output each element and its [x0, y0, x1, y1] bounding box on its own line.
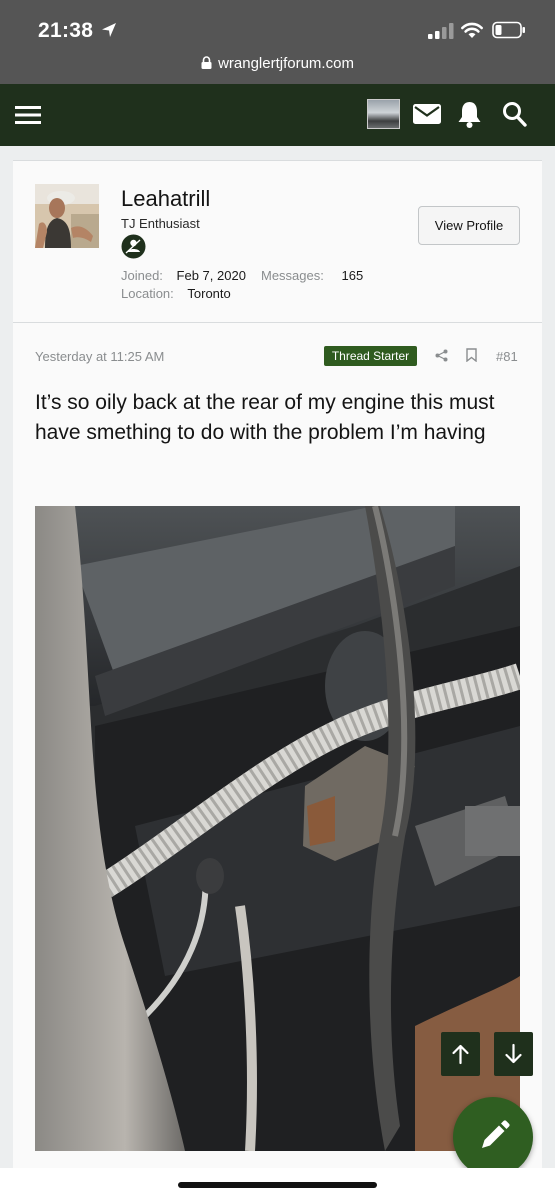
- pencil-icon: [482, 1120, 510, 1148]
- user-avatar[interactable]: [35, 184, 99, 248]
- arrow-up-icon: [452, 1044, 469, 1065]
- post-number[interactable]: #81: [496, 349, 518, 364]
- bell-icon[interactable]: [457, 100, 482, 129]
- location-arrow-icon: [102, 23, 116, 37]
- post-body-text: It’s so oily back at the rear of my engi…: [35, 391, 495, 444]
- avatar-photo: [35, 184, 99, 248]
- joined-label: Joined:: [121, 268, 163, 283]
- home-indicator[interactable]: [178, 1182, 377, 1188]
- search-icon[interactable]: [502, 101, 527, 127]
- mail-icon[interactable]: [413, 104, 441, 124]
- location-row: Location: Toronto: [121, 286, 231, 301]
- compose-button[interactable]: [453, 1097, 533, 1177]
- user-avatar-button[interactable]: [367, 99, 400, 129]
- lock-icon: [201, 56, 212, 69]
- bookmark-icon[interactable]: [466, 348, 477, 362]
- username[interactable]: Leahatrill: [121, 186, 210, 212]
- arrow-down-icon: [505, 1043, 522, 1064]
- thread-starter-badge: Thread Starter: [324, 346, 417, 366]
- menu-icon[interactable]: [15, 105, 41, 125]
- post-date[interactable]: Yesterday at 11:25 AM: [35, 349, 164, 364]
- scroll-to-bottom-button[interactable]: [494, 1032, 533, 1076]
- user-badge-icon: [121, 234, 146, 259]
- messages-row: Messages: 165: [261, 268, 363, 283]
- battery-icon: [492, 21, 525, 39]
- location-value[interactable]: Toronto: [187, 286, 230, 301]
- messages-label: Messages:: [261, 268, 324, 283]
- cellular-signal-icon: [428, 23, 454, 39]
- view-profile-button[interactable]: View Profile: [418, 206, 520, 245]
- joined-row: Joined: Feb 7, 2020: [121, 268, 246, 283]
- messages-value[interactable]: 165: [342, 268, 364, 283]
- user-title: TJ Enthusiast: [121, 216, 200, 231]
- wifi-icon: [461, 22, 483, 38]
- share-icon[interactable]: [435, 349, 448, 362]
- scroll-to-top-button[interactable]: [441, 1032, 480, 1076]
- joined-value: Feb 7, 2020: [176, 268, 246, 283]
- status-time: 21:38: [38, 19, 94, 42]
- location-label: Location:: [121, 286, 174, 301]
- url-text: wranglertjforum.com: [218, 55, 354, 72]
- url-bar[interactable]: wranglertjforum.com: [0, 50, 555, 78]
